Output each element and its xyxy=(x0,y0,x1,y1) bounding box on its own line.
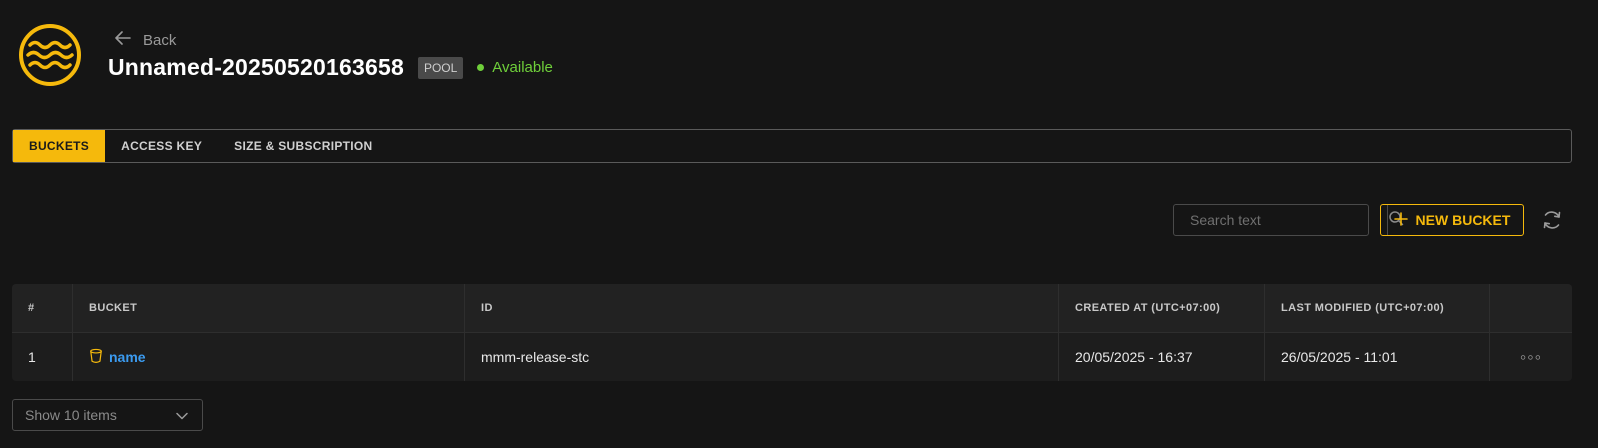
status-text: Available xyxy=(492,59,553,76)
column-header-bucket[interactable]: BUCKET xyxy=(73,284,465,332)
waves-logo-icon xyxy=(18,23,82,87)
created-at: 20/05/2025 - 16:37 xyxy=(1059,333,1265,381)
page-title: Unnamed-20250520163658 xyxy=(108,54,404,80)
new-bucket-label: NEW BUCKET xyxy=(1415,212,1511,228)
chevron-down-icon xyxy=(176,407,188,423)
tab-buckets[interactable]: BUCKETS xyxy=(13,130,106,162)
tab-access-key[interactable]: ACCESS KEY xyxy=(105,130,218,162)
bucket-icon xyxy=(89,348,103,367)
search-input[interactable] xyxy=(1174,205,1387,235)
page-size-select[interactable]: Show 10 items xyxy=(12,399,203,431)
row-index: 1 xyxy=(12,333,73,381)
bucket-cell: name xyxy=(73,333,465,381)
title-row: Unnamed-20250520163658 POOL Available xyxy=(108,54,553,81)
back-link[interactable]: Back xyxy=(113,28,176,52)
new-bucket-button[interactable]: NEW BUCKET xyxy=(1380,204,1524,236)
status-indicator: Available xyxy=(477,59,553,76)
column-header-index[interactable]: # xyxy=(12,284,73,332)
column-header-created-at[interactable]: CREATED AT (UTC+07:00) xyxy=(1059,284,1265,332)
bucket-id: mmm-release-stc xyxy=(465,333,1059,381)
column-header-actions xyxy=(1490,284,1572,332)
status-dot-icon xyxy=(477,64,485,71)
page: Back Unnamed-20250520163658 POOL Availab… xyxy=(0,0,1598,448)
buckets-table: # BUCKET ID CREATED AT (UTC+07:00) LAST … xyxy=(12,284,1572,381)
table-row: 1 name mmm-release-stc 20/05/2025 - 16:3… xyxy=(12,333,1572,381)
tab-size-subscription[interactable]: SIZE & SUBSCRIPTION xyxy=(218,130,388,162)
more-options-icon[interactable]: ◦◦◦ xyxy=(1520,347,1542,368)
arrow-left-icon xyxy=(113,28,133,52)
pool-badge: POOL xyxy=(417,56,464,79)
column-header-last-modified[interactable]: LAST MODIFIED (UTC+07:00) xyxy=(1265,284,1490,332)
bucket-name-link[interactable]: name xyxy=(109,349,146,365)
last-modified: 26/05/2025 - 11:01 xyxy=(1265,333,1490,381)
back-label: Back xyxy=(143,31,177,49)
tab-bar: BUCKETS ACCESS KEY SIZE & SUBSCRIPTION xyxy=(12,129,1572,163)
table-header-row: # BUCKET ID CREATED AT (UTC+07:00) LAST … xyxy=(12,284,1572,333)
search-box xyxy=(1173,204,1404,236)
refresh-icon[interactable] xyxy=(1540,208,1564,232)
column-header-id[interactable]: ID xyxy=(465,284,1059,332)
page-size-label: Show 10 items xyxy=(25,407,117,423)
plus-icon xyxy=(1393,211,1408,229)
row-actions-cell: ◦◦◦ xyxy=(1490,333,1572,381)
